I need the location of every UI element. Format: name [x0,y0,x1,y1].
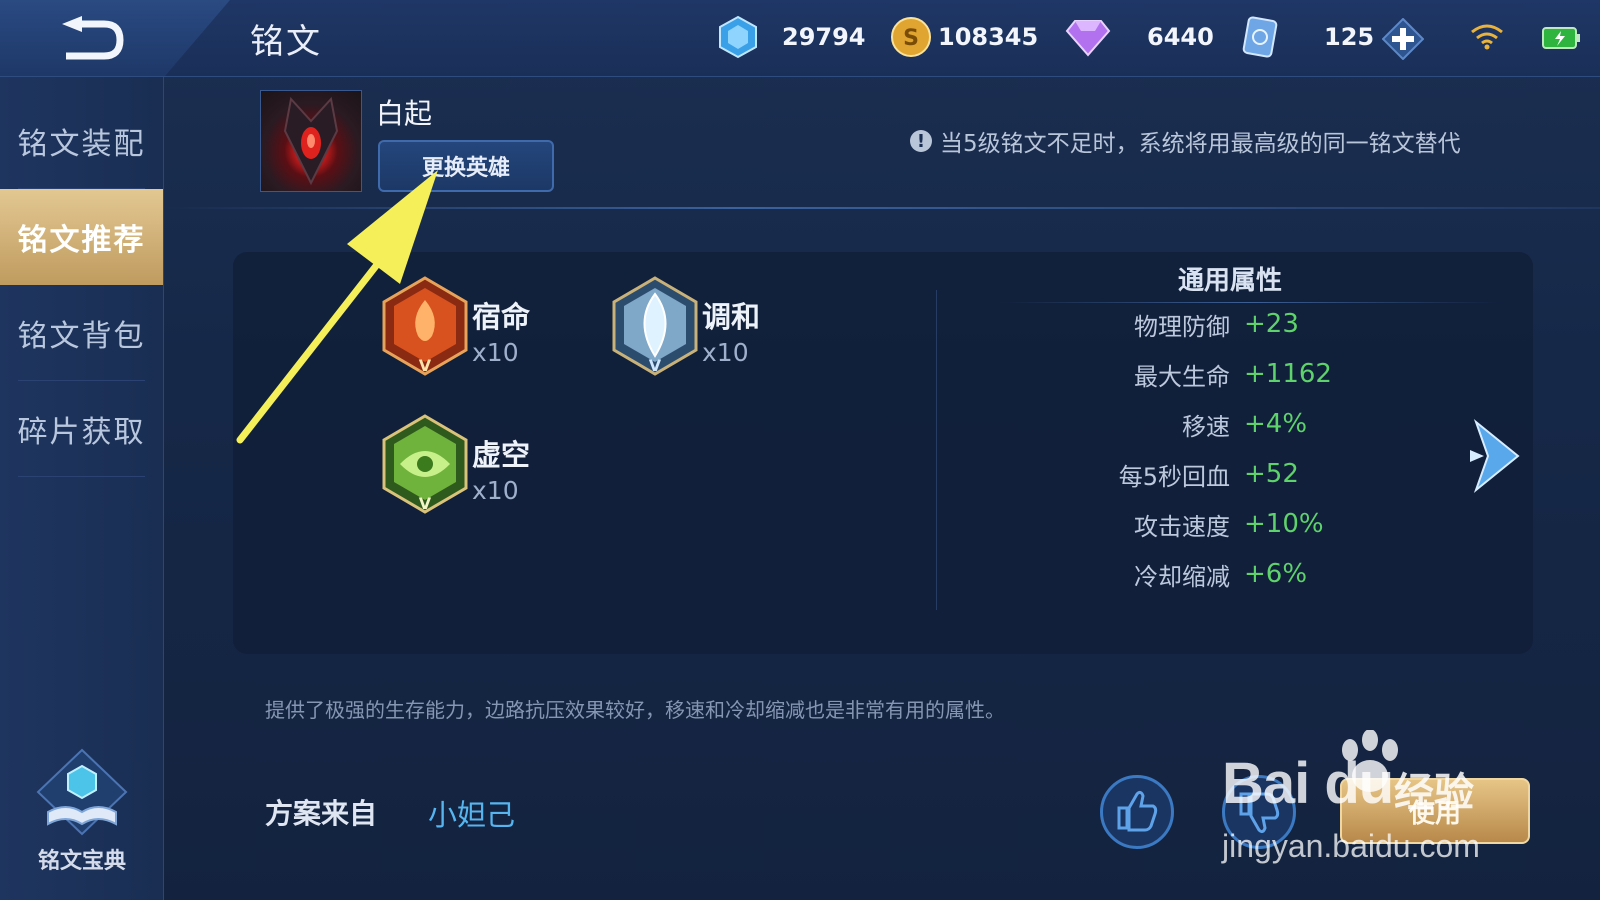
annotation-arrow [236,170,438,444]
